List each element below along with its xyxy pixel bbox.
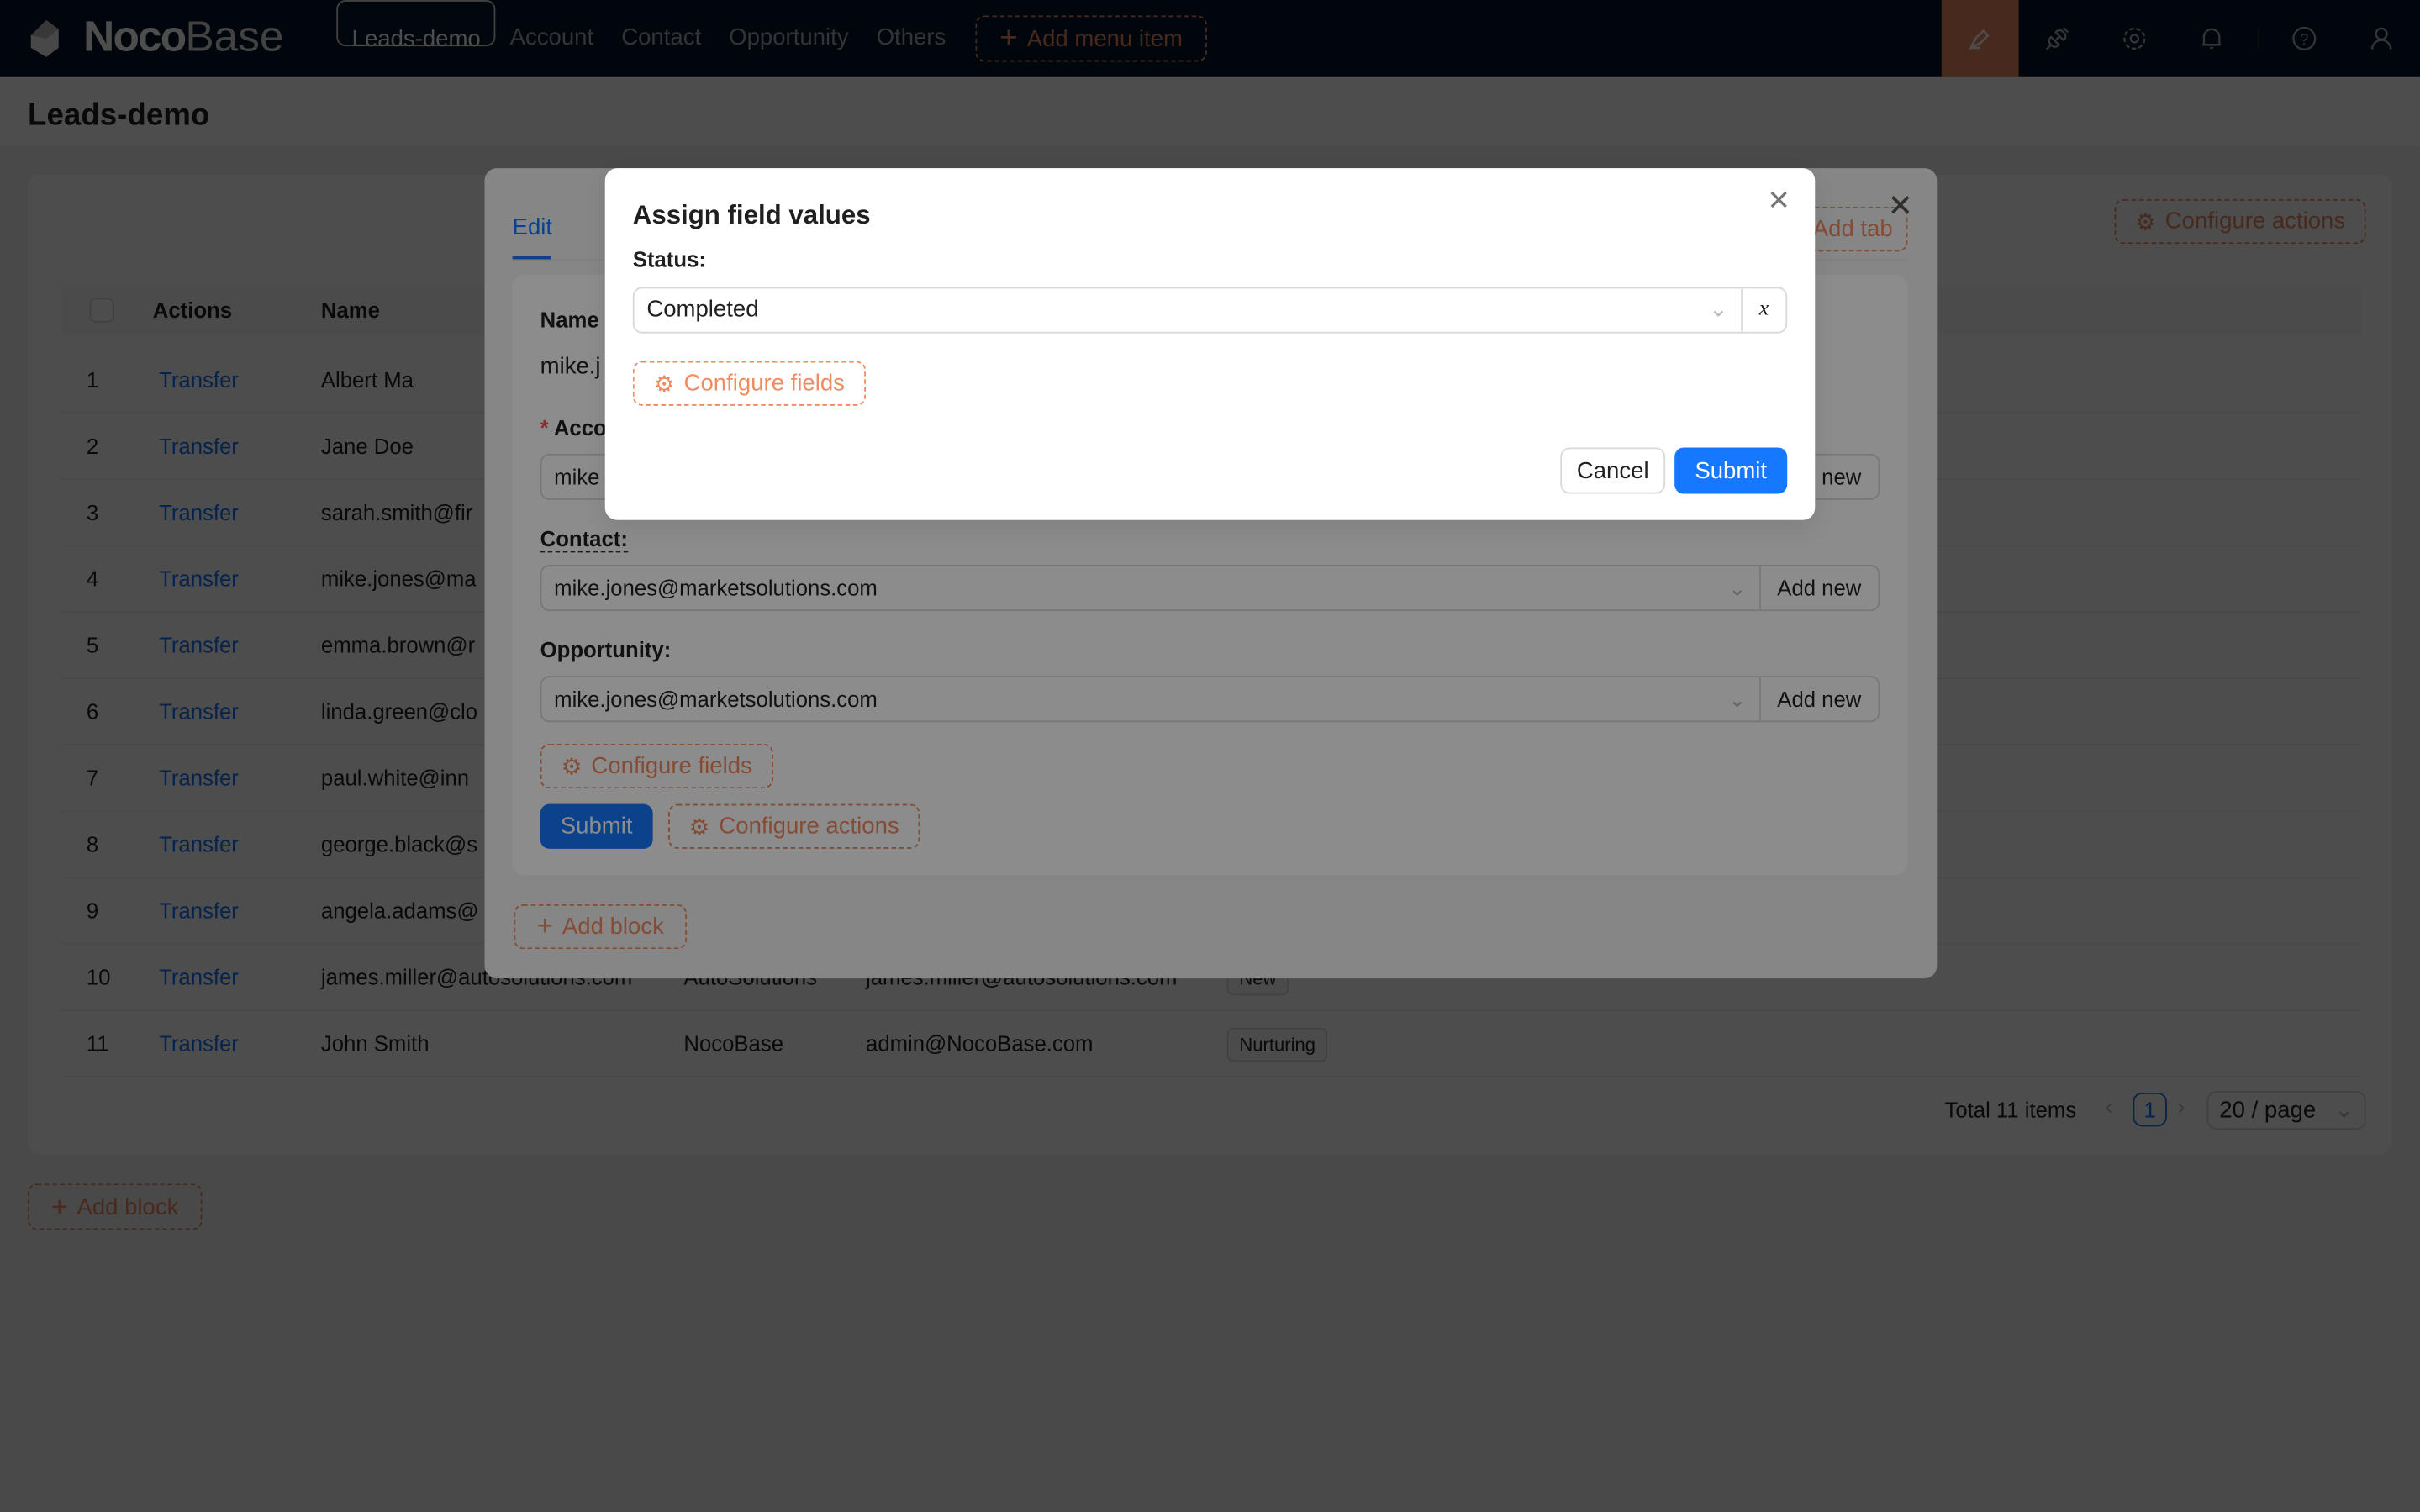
submit-button[interactable]: Submit <box>1674 447 1788 494</box>
status-select[interactable]: Completed ⌄ x <box>632 287 1788 334</box>
variable-button[interactable]: x <box>1740 288 1786 332</box>
cancel-button[interactable]: Cancel <box>1560 447 1666 494</box>
assign-field-values-dialog: Assign field values ✕ Status: Completed ⌄… <box>604 168 1816 520</box>
gear-icon: ⚙ <box>653 371 675 398</box>
dialog-title: Assign field values <box>632 200 871 230</box>
dialog-close-icon[interactable]: ✕ <box>1767 185 1790 218</box>
status-label: Status: <box>632 246 706 272</box>
chevron-down-icon: ⌄ <box>1708 296 1729 323</box>
dialog-configure-fields-button[interactable]: ⚙ Configure fields <box>632 361 867 406</box>
